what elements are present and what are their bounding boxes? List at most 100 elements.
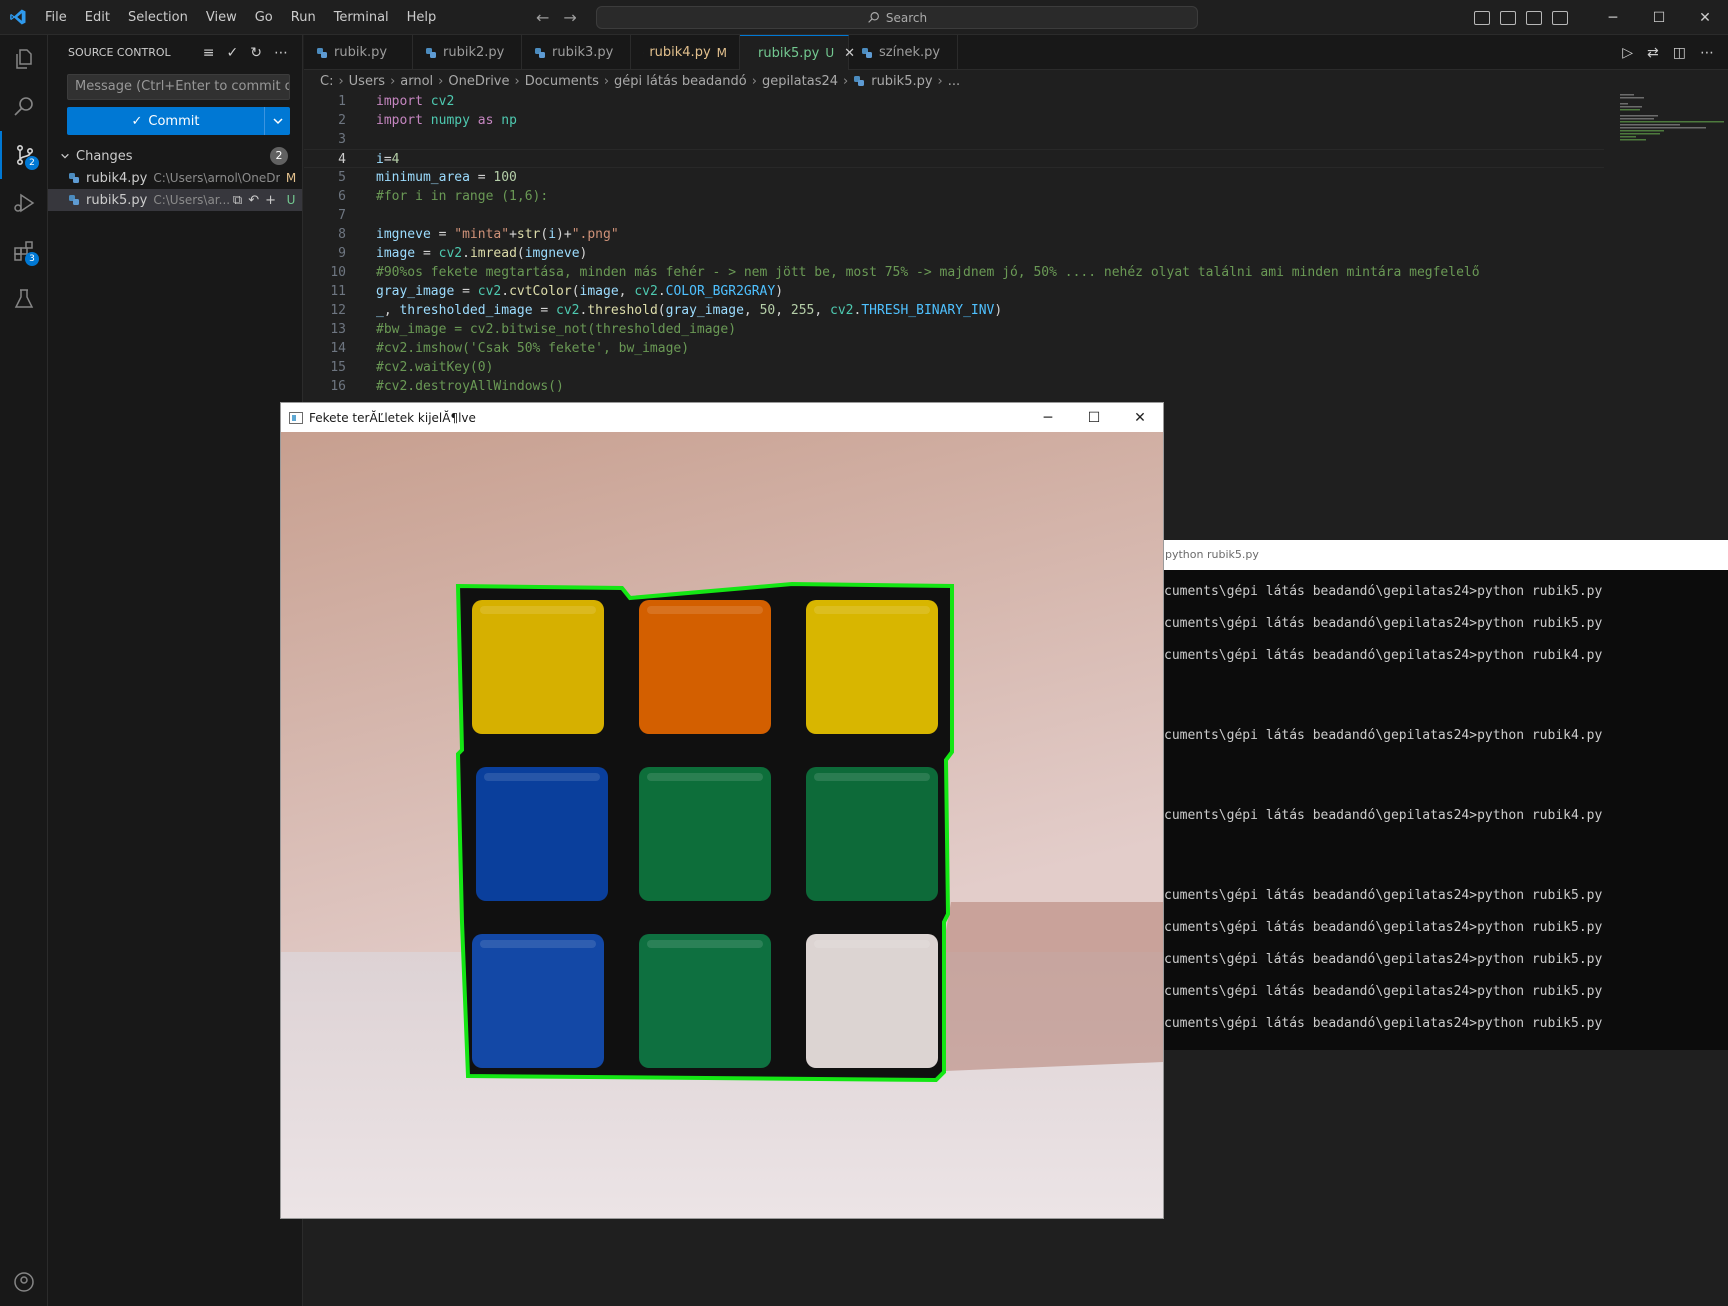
breadcrumb-item[interactable]: rubik5.py bbox=[871, 74, 932, 89]
breadcrumb-item[interactable]: arnol bbox=[400, 74, 433, 89]
code-text: gray_image = cv2.cvtColor(image, cv2.COL… bbox=[376, 282, 783, 301]
code-line[interactable]: 10 #90%os fekete megtartása, minden más f… bbox=[304, 263, 1604, 282]
tab-status: M bbox=[716, 45, 727, 60]
command-center-search[interactable]: Search bbox=[596, 6, 1198, 29]
run-python-icon[interactable]: ▷ bbox=[1622, 45, 1633, 61]
code-line[interactable]: 4 i=4 bbox=[304, 149, 1604, 168]
breadcrumb-item[interactable]: Documents bbox=[525, 74, 599, 89]
commit-message-input[interactable]: Message (Ctrl+Enter to commit on... bbox=[67, 74, 290, 100]
menu-help[interactable]: Help bbox=[398, 0, 446, 35]
python-file-icon bbox=[853, 75, 871, 87]
breadcrumb-item[interactable]: OneDrive bbox=[448, 74, 509, 89]
terminal-line: cuments\gépi látás beadandó\gepilatas24>… bbox=[1164, 920, 1603, 935]
code-line[interactable]: 12 _, thresholded_image = cv2.threshold(g… bbox=[304, 301, 1604, 320]
tab-rubik2-py[interactable]: rubik2.py bbox=[413, 35, 522, 70]
code-line[interactable]: 7 bbox=[304, 206, 1604, 225]
source-control-button[interactable]: 2 bbox=[0, 131, 48, 179]
terminal-line: cuments\gépi látás beadandó\gepilatas24>… bbox=[1164, 1016, 1603, 1031]
terminal-title: python rubik5.py bbox=[1160, 540, 1728, 570]
terminal-window[interactable]: python rubik5.py cuments\gépi látás bead… bbox=[1160, 540, 1728, 1050]
commit-check-icon[interactable]: ✓ bbox=[227, 45, 239, 61]
commit-button-main[interactable]: ✓ Commit bbox=[67, 107, 264, 135]
tab-rubik5-py[interactable]: rubik5.py U ✕ bbox=[740, 35, 855, 70]
menu-go[interactable]: Go bbox=[246, 0, 282, 35]
changes-list: rubik4.py C:\Users\arnol\OneDri... Mrubik5… bbox=[48, 167, 302, 211]
tab-sz-nek-py[interactable]: színek.py bbox=[849, 35, 958, 70]
image-window[interactable]: Fekete terĂĽletek kijelĂ¶lve ─ ☐ ✕ bbox=[281, 403, 1163, 1218]
tab-rubik-py[interactable]: rubik.py bbox=[304, 35, 413, 70]
changes-section-header[interactable]: Changes 2 bbox=[48, 145, 302, 167]
menu-file[interactable]: File bbox=[36, 0, 76, 35]
code-line[interactable]: 1 import cv2 bbox=[304, 92, 1604, 111]
maximize-button[interactable]: ☐ bbox=[1071, 403, 1117, 432]
code-text: import cv2 bbox=[376, 92, 454, 111]
code-line[interactable]: 11 gray_image = cv2.cvtColor(image, cv2.C… bbox=[304, 282, 1604, 301]
back-arrow-icon[interactable]: ← bbox=[536, 8, 549, 27]
code-line[interactable]: 9 image = cv2.imread(imgneve) bbox=[304, 244, 1604, 263]
code-text: #cv2.destroyAllWindows() bbox=[376, 377, 564, 396]
code-line[interactable]: 5 minimum_area = 100 bbox=[304, 168, 1604, 187]
commit-button[interactable]: ✓ Commit bbox=[67, 107, 290, 135]
code-line[interactable]: 8 imgneve = "minta"+str(i)+".png" bbox=[304, 225, 1604, 244]
chevron-right-icon: › bbox=[603, 73, 610, 89]
breadcrumb-item[interactable]: gépi látás beadandó bbox=[614, 74, 747, 89]
view-as-list-icon[interactable]: ≡ bbox=[203, 45, 215, 61]
python-file-icon bbox=[317, 47, 327, 58]
discard-changes-icon[interactable]: ↶ bbox=[248, 193, 259, 208]
split-editor-icon[interactable]: ◫ bbox=[1673, 45, 1686, 61]
toggle-secondary-sidebar-icon[interactable] bbox=[1526, 10, 1542, 25]
menu-view[interactable]: View bbox=[197, 0, 246, 35]
maximize-button[interactable]: ☐ bbox=[1636, 0, 1682, 35]
commit-dropdown-button[interactable] bbox=[264, 107, 290, 135]
breadcrumb-item[interactable]: gepilatas24 bbox=[762, 74, 838, 89]
menu-run[interactable]: Run bbox=[282, 0, 325, 35]
tab-label: rubik2.py bbox=[443, 45, 505, 60]
run-debug-button[interactable] bbox=[0, 179, 48, 227]
toggle-primary-sidebar-icon[interactable] bbox=[1474, 10, 1490, 25]
code-token: image bbox=[376, 246, 416, 261]
minimize-button[interactable]: ─ bbox=[1025, 403, 1071, 432]
code-token: , bbox=[814, 303, 831, 318]
refresh-icon[interactable]: ↻ bbox=[250, 45, 262, 61]
changed-file-item[interactable]: rubik4.py C:\Users\arnol\OneDri... M bbox=[48, 167, 302, 189]
menu-terminal[interactable]: Terminal bbox=[325, 0, 398, 35]
code-token: THRESH_BINARY_INV bbox=[861, 303, 995, 318]
close-window-button[interactable]: ✕ bbox=[1117, 403, 1163, 432]
more-actions-icon[interactable]: ⋯ bbox=[274, 45, 288, 61]
compare-changes-icon[interactable]: ⇄ bbox=[1647, 45, 1659, 61]
code-line[interactable]: 6 #for i in range (1,6): bbox=[304, 187, 1604, 206]
code-token: threshold bbox=[587, 303, 658, 318]
open-file-icon[interactable]: ⧉ bbox=[233, 193, 242, 208]
vscode-logo-icon bbox=[0, 0, 36, 35]
customize-layout-icon[interactable] bbox=[1552, 10, 1568, 25]
more-actions-icon[interactable]: ⋯ bbox=[1700, 45, 1714, 61]
explorer-button[interactable] bbox=[0, 35, 48, 83]
line-number: 8 bbox=[338, 227, 346, 242]
code-line[interactable]: 14 #cv2.imshow('Csak 50% fekete', bw_imag… bbox=[304, 339, 1604, 358]
accounts-button[interactable] bbox=[0, 1258, 48, 1306]
toggle-panel-icon[interactable] bbox=[1500, 10, 1516, 25]
minimap[interactable] bbox=[1618, 92, 1728, 162]
code-editor[interactable]: 1 import cv2 2 import numpy as np 3 4 i=4 5 mini… bbox=[304, 92, 1604, 396]
menu-selection[interactable]: Selection bbox=[119, 0, 197, 35]
extensions-button[interactable]: 3 bbox=[0, 227, 48, 275]
code-line[interactable]: 15 #cv2.waitKey(0) bbox=[304, 358, 1604, 377]
menu-edit[interactable]: Edit bbox=[76, 0, 119, 35]
tab-rubik4-py[interactable]: rubik4.py M bbox=[631, 35, 740, 70]
testing-button[interactable] bbox=[0, 275, 48, 323]
code-line[interactable]: 2 import numpy as np bbox=[304, 111, 1604, 130]
breadcrumb-item[interactable]: C: bbox=[320, 74, 333, 89]
search-button[interactable] bbox=[0, 83, 48, 131]
changed-file-item[interactable]: rubik5.py C:\Users\ar... ⧉ ↶ + U bbox=[48, 189, 302, 211]
breadcrumb-item[interactable]: ... bbox=[948, 74, 960, 89]
stage-changes-icon[interactable]: + bbox=[265, 193, 276, 208]
code-line[interactable]: 3 bbox=[304, 130, 1604, 149]
close-window-button[interactable]: ✕ bbox=[1682, 0, 1728, 35]
breadcrumb-item[interactable]: Users bbox=[349, 74, 385, 89]
tab-label: rubik3.py bbox=[552, 45, 614, 60]
code-line[interactable]: 16 #cv2.destroyAllWindows() bbox=[304, 377, 1604, 396]
tab-rubik3-py[interactable]: rubik3.py bbox=[522, 35, 631, 70]
code-line[interactable]: 13 #bw_image = cv2.bitwise_not(thresholde… bbox=[304, 320, 1604, 339]
minimize-button[interactable]: ─ bbox=[1590, 0, 1636, 35]
forward-arrow-icon[interactable]: → bbox=[563, 8, 576, 27]
